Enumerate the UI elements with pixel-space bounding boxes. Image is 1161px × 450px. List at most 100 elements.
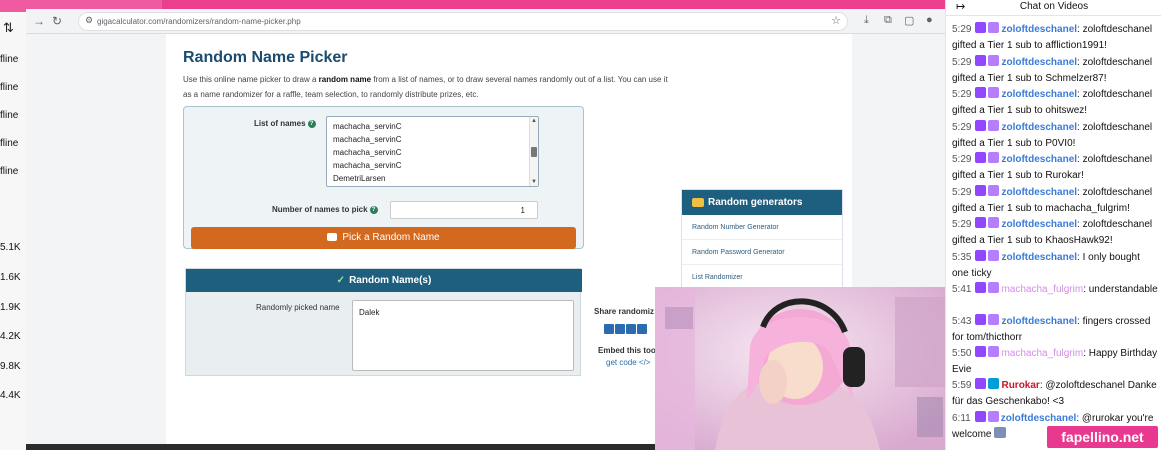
- message-time: 5:35: [952, 252, 972, 263]
- sidebar-viewer-count[interactable]: 5.1K: [0, 242, 21, 253]
- subscriber-badge-icon[interactable]: [975, 250, 987, 261]
- sidebar-viewer-count[interactable]: 4.4K: [0, 390, 21, 401]
- forward-icon[interactable]: →: [32, 14, 46, 28]
- subscriber-badge-icon[interactable]: [975, 346, 987, 357]
- chat-username[interactable]: zoloftdeschanel: [1001, 57, 1077, 68]
- chat-username[interactable]: machacha_fulgrim: [1001, 348, 1083, 359]
- extensions-icon[interactable]: ⧉: [884, 14, 892, 27]
- message-time: 5:50: [952, 348, 972, 359]
- message-time: 5:29: [952, 187, 972, 198]
- gift-badge-icon[interactable]: [988, 185, 1000, 196]
- chat-message: 5:29 zoloftdeschanel: zoloftdeschanel gif…: [952, 87, 1158, 119]
- subscriber-badge-icon[interactable]: [974, 411, 986, 422]
- chat-username[interactable]: zoloftdeschanel: [1001, 24, 1077, 35]
- pick-button-label: Pick a Random Name: [342, 232, 440, 243]
- scroll-up-icon[interactable]: ▲: [531, 118, 537, 124]
- chat-username[interactable]: zoloftdeschanel: [1001, 89, 1077, 100]
- gift-badge-icon[interactable]: [988, 55, 1000, 66]
- message-time: 5:29: [952, 89, 972, 100]
- gift-badge-icon[interactable]: [988, 22, 1000, 33]
- scroll-thumb[interactable]: [531, 147, 537, 157]
- gift-badge-icon[interactable]: [988, 120, 1000, 131]
- gift-badge-icon[interactable]: [988, 282, 1000, 293]
- facebook-icon[interactable]: [604, 324, 614, 334]
- help-icon[interactable]: ?: [307, 119, 316, 128]
- subscriber-badge-icon[interactable]: [975, 55, 987, 66]
- page-intro: Use this online name picker to draw a ra…: [183, 72, 673, 102]
- email-icon[interactable]: [637, 324, 647, 334]
- gift-badge-icon[interactable]: [988, 87, 1000, 98]
- generator-link[interactable]: Random Password Generator: [682, 240, 842, 265]
- names-textarea[interactable]: machacha_servinC machacha_servinC machac…: [326, 116, 539, 187]
- reload-icon[interactable]: ↻: [50, 14, 64, 28]
- chat-username[interactable]: zoloftdeschanel: [1001, 316, 1077, 327]
- result-output[interactable]: Dalek: [352, 300, 574, 371]
- list-label-text: List of names: [254, 119, 306, 128]
- chat-message: 5:50 machacha_fulgrim: Happy Birthday Evi…: [952, 346, 1158, 378]
- get-code-link[interactable]: get code </>: [606, 358, 650, 367]
- generator-link[interactable]: Random Number Generator: [682, 215, 842, 240]
- subscriber-badge-icon[interactable]: [975, 87, 987, 98]
- subscriber-badge-icon[interactable]: [975, 378, 987, 389]
- chat-username[interactable]: zoloftdeschanel: [1001, 219, 1077, 230]
- sidebar-channel-status[interactable]: fline: [0, 110, 18, 121]
- video-progress-bar[interactable]: [26, 444, 655, 450]
- help-icon[interactable]: ?: [369, 205, 378, 214]
- chat-username[interactable]: Rurokar: [1001, 380, 1039, 391]
- sidebar-channel-status[interactable]: fline: [0, 54, 18, 65]
- chat-username[interactable]: machacha_fulgrim: [1001, 284, 1083, 295]
- gift-badge-icon[interactable]: [988, 250, 1000, 261]
- gift-badge-icon[interactable]: [988, 314, 1000, 325]
- subscriber-badge-icon[interactable]: [975, 314, 987, 325]
- gift-badge-icon[interactable]: [987, 411, 999, 422]
- chat-username[interactable]: zoloftdeschanel: [1001, 413, 1077, 424]
- scroll-down-icon[interactable]: ▼: [531, 179, 537, 185]
- sidebar-channel-status[interactable]: fline: [0, 82, 18, 93]
- subscriber-badge-icon[interactable]: [975, 282, 987, 293]
- emote-icon[interactable]: [994, 427, 1007, 438]
- gift-badge-icon[interactable]: [988, 152, 1000, 163]
- chat-username[interactable]: zoloftdeschanel: [1001, 252, 1077, 263]
- count-label-text: Number of names to pick: [272, 205, 368, 214]
- sort-arrows-icon[interactable]: ⇅: [3, 20, 14, 36]
- message-time: 5:43: [952, 316, 972, 327]
- address-bar: → ↻ ⚙ gigacalculator.com/randomizers/ran…: [26, 9, 945, 34]
- url-field[interactable]: ⚙ gigacalculator.com/randomizers/random-…: [78, 12, 848, 31]
- profile-icon[interactable]: ●: [926, 14, 933, 26]
- prime-badge-icon[interactable]: [988, 378, 1000, 389]
- subscriber-badge-icon[interactable]: [975, 217, 987, 228]
- twitter-icon[interactable]: [615, 324, 625, 334]
- linkedin-icon[interactable]: [626, 324, 636, 334]
- dice-icon: [692, 197, 704, 207]
- pick-random-name-button[interactable]: Pick a Random Name: [191, 227, 576, 249]
- sidebar-channel-status[interactable]: fline: [0, 166, 18, 177]
- chat-username[interactable]: zoloftdeschanel: [1001, 122, 1077, 133]
- textarea-scrollbar[interactable]: ▲ ▼: [529, 117, 538, 186]
- subscriber-badge-icon[interactable]: [975, 185, 987, 196]
- sidebar-viewer-count[interactable]: 1.6K: [0, 272, 21, 283]
- sidebar-viewer-count[interactable]: 1.9K: [0, 302, 21, 313]
- sidebar-viewer-count[interactable]: 9.8K: [0, 361, 21, 372]
- subscriber-badge-icon[interactable]: [975, 152, 987, 163]
- generators-header: Random generators: [682, 190, 842, 215]
- message-time: 5:29: [952, 24, 972, 35]
- chat-message: 5:29 zoloftdeschanel: zoloftdeschanel gif…: [952, 120, 1158, 152]
- subscriber-badge-icon[interactable]: [975, 22, 987, 33]
- chat-username[interactable]: zoloftdeschanel: [1001, 187, 1077, 198]
- sidebar-channel-status[interactable]: fline: [0, 138, 18, 149]
- message-time: 5:29: [952, 219, 972, 230]
- chat-username[interactable]: zoloftdeschanel: [1001, 154, 1077, 165]
- embed-title: Embed this too: [598, 346, 656, 355]
- gift-badge-icon[interactable]: [988, 346, 1000, 357]
- sidebar-viewer-count[interactable]: 4.2K: [0, 331, 21, 342]
- chat-message: 5:29 zoloftdeschanel: zoloftdeschanel gif…: [952, 152, 1158, 184]
- site-info-icon[interactable]: ⚙: [85, 15, 93, 26]
- sidepanel-icon[interactable]: ▢: [904, 14, 914, 27]
- subscriber-badge-icon[interactable]: [975, 120, 987, 131]
- download-icon[interactable]: ⤓: [864, 14, 869, 27]
- gift-badge-icon[interactable]: [988, 217, 1000, 228]
- bookmark-star-icon[interactable]: ☆: [831, 14, 841, 27]
- chat-message: 5:29 zoloftdeschanel: zoloftdeschanel gif…: [952, 185, 1158, 217]
- names-count-input[interactable]: 1: [390, 201, 538, 219]
- check-icon: ✓: [336, 275, 346, 286]
